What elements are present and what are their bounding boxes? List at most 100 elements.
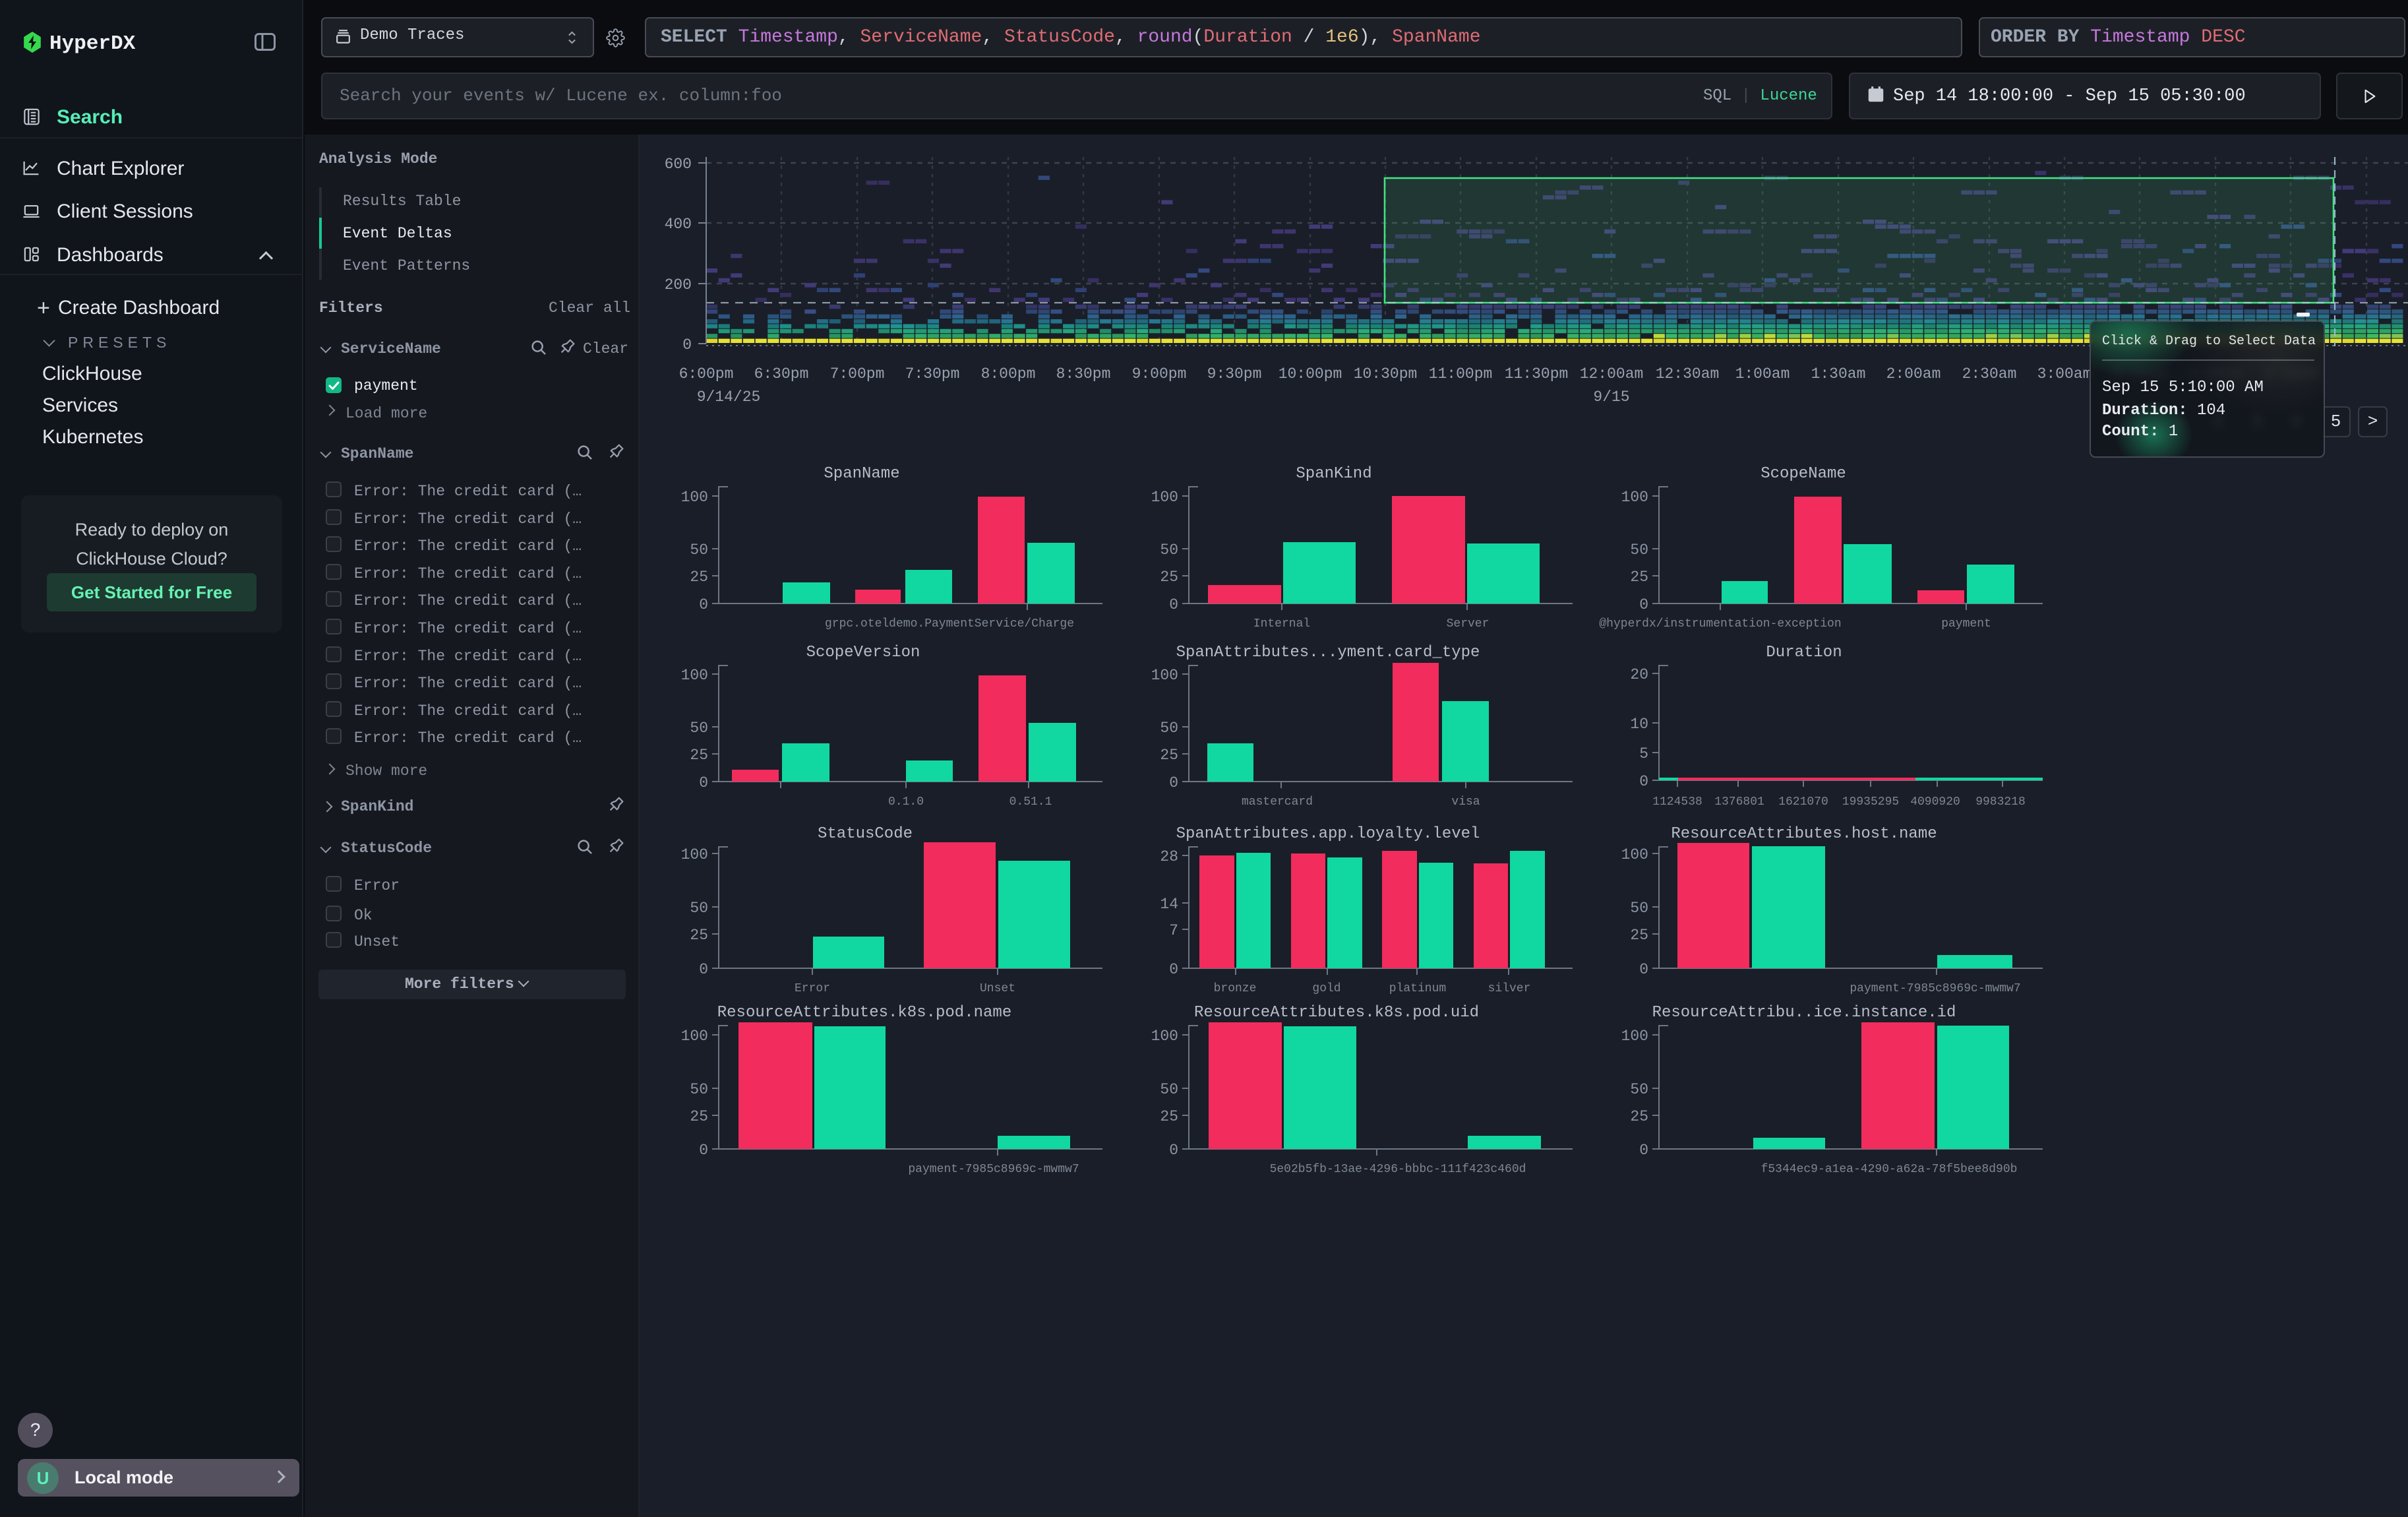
svg-text:1:00am: 1:00am: [1735, 365, 1790, 383]
svg-text:2:00am: 2:00am: [1886, 365, 1941, 383]
svg-text:0: 0: [699, 774, 708, 791]
svg-text:100: 100: [1621, 1028, 1648, 1045]
svg-text:25: 25: [1160, 1108, 1178, 1125]
svg-text:12:00am: 12:00am: [1580, 365, 1644, 383]
svg-text:25: 25: [1630, 1108, 1648, 1125]
svg-text:ResourceAttributes.k8s.pod.uid: ResourceAttributes.k8s.pod.uid: [1194, 1004, 1479, 1022]
svg-text:9/15: 9/15: [1593, 388, 1629, 406]
svg-text:1376801: 1376801: [1714, 795, 1764, 809]
svg-text:0: 0: [1639, 1142, 1648, 1159]
svg-text:10: 10: [1630, 716, 1648, 733]
svg-text:grpc.oteldemo.PaymentService/C: grpc.oteldemo.PaymentService/Charge: [825, 617, 1074, 631]
svg-text:11:00pm: 11:00pm: [1429, 365, 1493, 383]
svg-text:50: 50: [1160, 720, 1178, 737]
svg-text:25: 25: [690, 569, 708, 586]
svg-text:ResourceAttribu..ice.instance.: ResourceAttribu..ice.instance.id: [1652, 1004, 1956, 1022]
svg-text:0: 0: [699, 1142, 708, 1159]
svg-text:12:30am: 12:30am: [1656, 365, 1720, 383]
svg-text:5: 5: [1639, 745, 1648, 762]
svg-text:7:30pm: 7:30pm: [905, 365, 960, 383]
svg-text:100: 100: [1621, 489, 1648, 506]
svg-text:10:00pm: 10:00pm: [1279, 365, 1342, 383]
svg-text:ResourceAttributes.k8s.pod.nam: ResourceAttributes.k8s.pod.name: [717, 1004, 1011, 1022]
svg-text:9:00pm: 9:00pm: [1132, 365, 1187, 383]
svg-text:payment-7985c8969c-mwmw7: payment-7985c8969c-mwmw7: [1850, 982, 2020, 995]
svg-text:payment-7985c8969c-mwmw7: payment-7985c8969c-mwmw7: [908, 1163, 1079, 1176]
svg-text:25: 25: [1630, 569, 1648, 586]
svg-text:10:30pm: 10:30pm: [1354, 365, 1418, 383]
svg-text:6:30pm: 6:30pm: [754, 365, 809, 383]
svg-text:8:00pm: 8:00pm: [981, 365, 1036, 383]
svg-text:0: 0: [1169, 1142, 1178, 1159]
svg-text:200: 200: [665, 276, 692, 294]
svg-text:ScopeName: ScopeName: [1761, 465, 1846, 483]
svg-text:8:30pm: 8:30pm: [1056, 365, 1111, 383]
svg-text:400: 400: [665, 216, 692, 233]
svg-text:ResourceAttributes.host.name: ResourceAttributes.host.name: [1671, 825, 1937, 843]
svg-text:50: 50: [690, 720, 708, 737]
svg-text:25: 25: [690, 1108, 708, 1125]
svg-text:100: 100: [1151, 667, 1178, 684]
svg-text:50: 50: [690, 542, 708, 559]
svg-text:14: 14: [1160, 896, 1178, 913]
svg-text:StatusCode: StatusCode: [818, 825, 913, 843]
svg-text:6:00pm: 6:00pm: [679, 365, 734, 383]
svg-text:payment: payment: [1941, 617, 1991, 631]
svg-text:SpanAttributes.app.loyalty.lev: SpanAttributes.app.loyalty.level: [1176, 825, 1480, 843]
svg-text:platinum: platinum: [1389, 982, 1446, 995]
svg-text:SpanKind: SpanKind: [1296, 465, 1371, 483]
svg-text:100: 100: [1621, 846, 1648, 863]
svg-text:0: 0: [1639, 961, 1648, 978]
svg-text:50: 50: [1160, 1081, 1178, 1098]
svg-text:0.51.1: 0.51.1: [1009, 795, 1052, 809]
svg-text:Server: Server: [1447, 617, 1490, 631]
svg-text:2:30am: 2:30am: [1962, 365, 2017, 383]
svg-text:0: 0: [1639, 773, 1648, 790]
svg-text:@hyperdx/instrumentation-excep: @hyperdx/instrumentation-exception: [1599, 617, 1841, 631]
svg-text:bronze: bronze: [1214, 982, 1257, 995]
svg-text:20: 20: [1630, 666, 1648, 683]
svg-text:0: 0: [1169, 961, 1178, 978]
svg-text:0.1.0: 0.1.0: [888, 795, 924, 809]
svg-text:0: 0: [682, 336, 692, 354]
svg-text:7: 7: [1169, 922, 1178, 939]
svg-text:50: 50: [1630, 900, 1648, 917]
svg-text:25: 25: [690, 747, 708, 764]
svg-text:100: 100: [681, 489, 708, 506]
svg-text:1124538: 1124538: [1652, 795, 1702, 809]
svg-text:Duration: Duration: [1766, 644, 1842, 662]
svg-text:0: 0: [1169, 774, 1178, 791]
svg-text:50: 50: [690, 1081, 708, 1098]
svg-text:9:30pm: 9:30pm: [1207, 365, 1262, 383]
svg-text:Error: Error: [795, 982, 830, 995]
svg-text:1621070: 1621070: [1778, 795, 1828, 809]
svg-text:Internal: Internal: [1253, 617, 1310, 631]
svg-text:50: 50: [690, 900, 708, 917]
svg-text:0: 0: [1639, 596, 1648, 613]
svg-text:3:00am: 3:00am: [2037, 365, 2092, 383]
svg-text:mastercard: mastercard: [1242, 795, 1313, 809]
svg-text:50: 50: [1630, 1081, 1648, 1098]
svg-text:25: 25: [1160, 747, 1178, 764]
svg-text:19935295: 19935295: [1842, 795, 1899, 809]
svg-text:25: 25: [690, 927, 708, 944]
svg-text:100: 100: [1151, 1028, 1178, 1045]
svg-text:1:30am: 1:30am: [1811, 365, 1866, 383]
svg-text:25: 25: [1630, 927, 1648, 944]
svg-text:7:00pm: 7:00pm: [830, 365, 885, 383]
svg-text:SpanAttributes...yment.card_ty: SpanAttributes...yment.card_type: [1176, 644, 1480, 662]
svg-text:100: 100: [681, 846, 708, 863]
svg-text:100: 100: [1151, 489, 1178, 506]
svg-text:100: 100: [681, 1028, 708, 1045]
svg-text:100: 100: [681, 667, 708, 684]
svg-text:25: 25: [1160, 569, 1178, 586]
svg-text:Unset: Unset: [980, 982, 1015, 995]
svg-text:0: 0: [699, 596, 708, 613]
svg-text:9/14/25: 9/14/25: [697, 388, 761, 406]
svg-text:ScopeVersion: ScopeVersion: [806, 644, 920, 662]
svg-text:0: 0: [699, 961, 708, 978]
svg-text:4090920: 4090920: [1910, 795, 1960, 809]
svg-text:SpanName: SpanName: [824, 465, 899, 483]
svg-text:silver: silver: [1488, 982, 1531, 995]
svg-text:50: 50: [1630, 542, 1648, 559]
